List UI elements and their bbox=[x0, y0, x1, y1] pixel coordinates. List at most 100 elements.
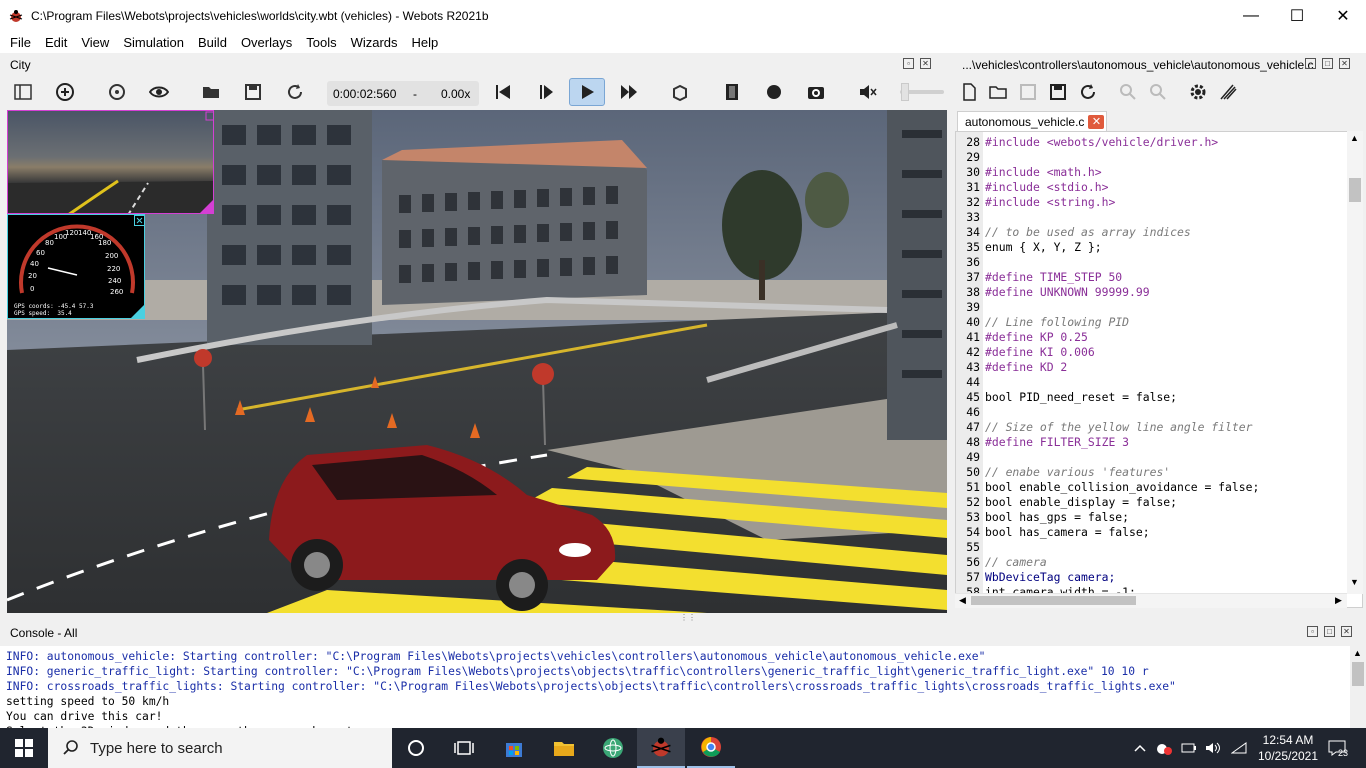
code-editor[interactable]: 28 #include <webots/vehicle/driver.h> 29 30… bbox=[955, 131, 1363, 608]
speaker-icon bbox=[1206, 742, 1220, 754]
editor-horizontal-thumb[interactable] bbox=[971, 596, 1136, 605]
float-icon[interactable]: ▫ bbox=[1305, 58, 1316, 69]
speedometer-display[interactable]: 0 20 40 60 80 100 120 140 160 180 200 22… bbox=[7, 214, 145, 319]
code-text: #define FILTER_SIZE 3 bbox=[985, 435, 1130, 449]
screenshot-button[interactable] bbox=[803, 78, 829, 106]
code-text: WbDeviceTag camera; bbox=[985, 570, 1116, 584]
line-number: 28 bbox=[966, 135, 980, 149]
code-text: #include <webots/vehicle/driver.h> bbox=[985, 135, 1219, 149]
close-icon[interactable]: ✕ bbox=[1339, 58, 1350, 69]
camera-overlay[interactable] bbox=[7, 110, 214, 214]
volume-button[interactable] bbox=[1202, 728, 1224, 768]
show-hidden-icons-button[interactable] bbox=[1130, 728, 1150, 768]
splitter-handle-icon[interactable]: ⋮⋮ bbox=[680, 613, 696, 622]
fast-forward-button[interactable] bbox=[616, 78, 642, 106]
menu-wizards[interactable]: Wizards bbox=[345, 35, 404, 50]
menu-tools[interactable]: Tools bbox=[300, 35, 342, 50]
float-icon[interactable]: ▫ bbox=[903, 58, 914, 69]
webots-logo-icon bbox=[9, 9, 23, 22]
file-explorer-button[interactable] bbox=[540, 728, 588, 768]
network-button[interactable] bbox=[1228, 728, 1250, 768]
revert-button[interactable] bbox=[1075, 78, 1101, 106]
taskbar-clock[interactable]: 12:54 AM 10/25/2021 bbox=[1254, 732, 1322, 764]
record-movie-button[interactable] bbox=[719, 78, 745, 106]
atom-app-button[interactable] bbox=[589, 728, 637, 768]
close-overlay-icon[interactable] bbox=[134, 215, 145, 226]
simulation-time-display: 0:00:02:560 - 0.00x bbox=[327, 81, 479, 106]
menu-help[interactable]: Help bbox=[406, 35, 445, 50]
open-file-button[interactable] bbox=[985, 78, 1011, 106]
close-icon[interactable]: ✕ bbox=[920, 58, 931, 69]
line-number: 36 bbox=[966, 255, 980, 269]
menu-file[interactable]: File bbox=[4, 35, 37, 50]
scroll-right-icon[interactable]: ▶ bbox=[1335, 595, 1342, 606]
code-line: 29 bbox=[956, 150, 1348, 165]
microsoft-store-button[interactable] bbox=[490, 728, 538, 768]
menu-edit[interactable]: Edit bbox=[39, 35, 73, 50]
3d-view[interactable]: 0 20 40 60 80 100 120 140 160 180 200 22… bbox=[7, 110, 947, 613]
save-all-button[interactable] bbox=[1045, 78, 1071, 106]
editor-scroll-thumb[interactable] bbox=[1349, 178, 1361, 202]
build-button[interactable] bbox=[1185, 78, 1211, 106]
maximize-pane-icon[interactable]: □ bbox=[1322, 58, 1333, 69]
reset-simulation-button[interactable] bbox=[490, 78, 516, 106]
resize-handle-icon[interactable] bbox=[130, 304, 145, 319]
menu-view[interactable]: View bbox=[75, 35, 115, 50]
open-world-button[interactable] bbox=[198, 78, 224, 106]
console-scrollbar[interactable]: ▲ bbox=[1350, 646, 1366, 728]
scene-tree-toggle-button[interactable] bbox=[10, 78, 36, 106]
scroll-down-icon[interactable]: ▼ bbox=[1350, 577, 1359, 587]
step-button[interactable] bbox=[533, 78, 559, 106]
gauge-label-40: 40 bbox=[30, 260, 39, 268]
close-button[interactable]: ✕ bbox=[1320, 0, 1366, 31]
new-file-button[interactable] bbox=[956, 78, 982, 106]
find-next-button[interactable] bbox=[1145, 78, 1171, 106]
run-realtime-button[interactable] bbox=[569, 78, 605, 106]
title-bar: C:\Program Files\Webots\projects\vehicle… bbox=[0, 0, 1366, 31]
reload-world-button[interactable] bbox=[282, 78, 308, 106]
console-line: INFO: autonomous_vehicle: Starting contr… bbox=[6, 650, 986, 663]
reload-icon bbox=[288, 84, 302, 99]
clean-button[interactable] bbox=[1215, 78, 1241, 106]
mute-button[interactable] bbox=[855, 78, 881, 106]
cortana-button[interactable] bbox=[392, 728, 440, 768]
code-text: bool enable_collision_avoidance = false; bbox=[985, 480, 1260, 494]
maximize-pane-icon[interactable]: □ bbox=[1324, 626, 1335, 637]
tray-app-icon[interactable] bbox=[1153, 728, 1175, 768]
scroll-up-icon[interactable]: ▲ bbox=[1353, 648, 1362, 658]
webots-taskbar-button[interactable] bbox=[637, 728, 685, 768]
line-number: 30 bbox=[966, 165, 980, 179]
viewpoint-follow-button[interactable] bbox=[104, 78, 130, 106]
scroll-up-icon[interactable]: ▲ bbox=[1350, 133, 1359, 143]
menu-overlays[interactable]: Overlays bbox=[235, 35, 298, 50]
console-output[interactable]: INFO: autonomous_vehicle: Starting contr… bbox=[0, 646, 1350, 728]
maximize-button[interactable]: ☐ bbox=[1274, 0, 1320, 31]
gps-speed-text: GPS speed: 35.4 bbox=[14, 310, 72, 317]
volume-slider-handle[interactable] bbox=[901, 83, 909, 101]
battery-icon-button[interactable] bbox=[1178, 728, 1200, 768]
add-node-button[interactable] bbox=[52, 78, 78, 106]
menu-build[interactable]: Build bbox=[192, 35, 233, 50]
action-center-button[interactable]: 23 bbox=[1322, 728, 1352, 768]
scroll-left-icon[interactable]: ◀ bbox=[959, 595, 966, 606]
save-world-button[interactable] bbox=[240, 78, 266, 106]
close-icon[interactable]: ✕ bbox=[1341, 626, 1352, 637]
float-icon[interactable]: ▫ bbox=[1307, 626, 1318, 637]
start-button[interactable] bbox=[0, 728, 48, 768]
save-file-button[interactable] bbox=[1015, 78, 1041, 106]
view-options-button[interactable] bbox=[146, 78, 172, 106]
tab-autonomous-vehicle[interactable]: autonomous_vehicle.c ✕ bbox=[957, 111, 1108, 131]
task-view-button[interactable] bbox=[440, 728, 488, 768]
console-scroll-thumb[interactable] bbox=[1352, 662, 1364, 686]
find-button[interactable] bbox=[1115, 78, 1141, 106]
record-animation-button[interactable] bbox=[761, 78, 787, 106]
minimize-button[interactable]: — bbox=[1228, 0, 1274, 31]
console-line: You can drive this car! bbox=[6, 710, 163, 723]
close-tab-icon[interactable]: ✕ bbox=[1088, 114, 1105, 129]
code-line: 39 bbox=[956, 300, 1348, 315]
rendering-toggle-button[interactable] bbox=[667, 78, 693, 106]
chrome-taskbar-button[interactable] bbox=[687, 728, 735, 768]
atom-icon bbox=[603, 738, 623, 758]
taskbar-search-box[interactable]: Type here to search bbox=[48, 728, 392, 768]
menu-simulation[interactable]: Simulation bbox=[117, 35, 190, 50]
